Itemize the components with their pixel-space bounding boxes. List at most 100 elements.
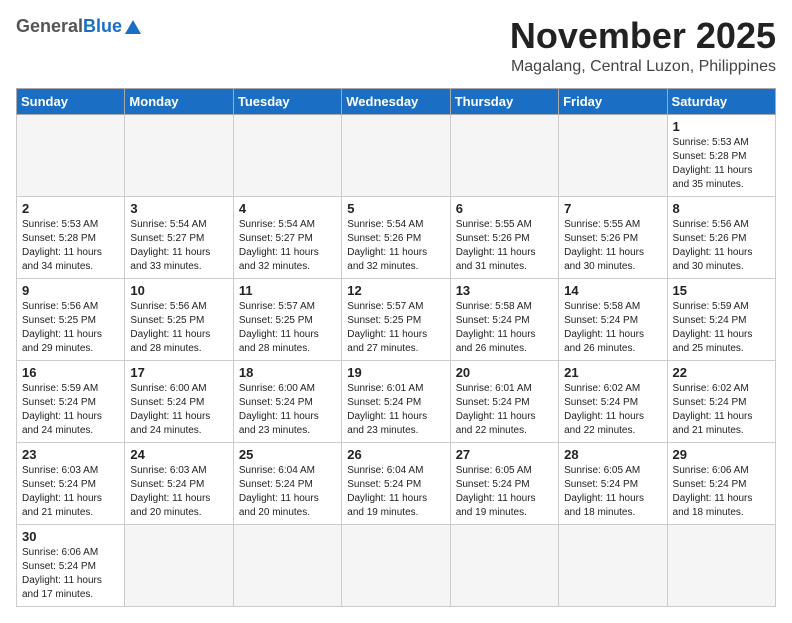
day-info: Sunrise: 5:56 AM Sunset: 5:26 PM Dayligh… (673, 218, 770, 274)
calendar-cell: 12 Sunrise: 5:57 AM Sunset: 5:25 PM Dayli… (342, 278, 450, 360)
day-number: 1 (673, 119, 770, 134)
calendar-cell (559, 524, 667, 606)
calendar-cell (233, 114, 341, 196)
day-info: Sunrise: 6:02 AM Sunset: 5:24 PM Dayligh… (673, 382, 770, 438)
calendar-cell: 26Sunrise: 6:04 AM Sunset: 5:24 PM Dayli… (342, 442, 450, 524)
day-number: 30 (22, 529, 119, 544)
day-number: 12 (347, 283, 444, 298)
day-number: 7 (564, 201, 661, 216)
day-info: Sunrise: 5:53 AM Sunset: 5:28 PM Dayligh… (673, 136, 770, 192)
weekday-header: Friday (559, 88, 667, 114)
day-info: Sunrise: 5:59 AM Sunset: 5:24 PM Dayligh… (673, 300, 770, 356)
calendar-cell (559, 114, 667, 196)
calendar-cell: 28 Sunrise: 6:05 AM Sunset: 5:24 PM Dayli… (559, 442, 667, 524)
calendar-cell: 6 Sunrise: 5:55 AM Sunset: 5:26 PM Daylig… (450, 196, 558, 278)
weekday-header: Saturday (667, 88, 775, 114)
calendar-cell: 11Sunrise: 5:57 AM Sunset: 5:25 PM Dayli… (233, 278, 341, 360)
day-number: 23 (22, 447, 119, 462)
day-number: 28 (564, 447, 661, 462)
calendar-cell (125, 524, 233, 606)
calendar-cell (667, 524, 775, 606)
logo-blue: Blue (83, 16, 122, 37)
day-number: 25 (239, 447, 336, 462)
day-info: Sunrise: 5:54 AM Sunset: 5:27 PM Dayligh… (130, 218, 227, 274)
calendar-cell: 10Sunrise: 5:56 AM Sunset: 5:25 PM Dayli… (125, 278, 233, 360)
calendar-cell: 22 Sunrise: 6:02 AM Sunset: 5:24 PM Dayli… (667, 360, 775, 442)
day-info: Sunrise: 6:05 AM Sunset: 5:24 PM Dayligh… (456, 464, 553, 520)
calendar-cell: 15 Sunrise: 5:59 AM Sunset: 5:24 PM Dayli… (667, 278, 775, 360)
day-number: 11 (239, 283, 336, 298)
day-info: Sunrise: 5:55 AM Sunset: 5:26 PM Dayligh… (456, 218, 553, 274)
calendar-cell (342, 524, 450, 606)
calendar-cell: 19 Sunrise: 6:01 AM Sunset: 5:24 PM Dayli… (342, 360, 450, 442)
calendar-cell (450, 114, 558, 196)
calendar-cell: 1 Sunrise: 5:53 AM Sunset: 5:28 PM Daylig… (667, 114, 775, 196)
day-number: 19 (347, 365, 444, 380)
day-info: Sunrise: 6:01 AM Sunset: 5:24 PM Dayligh… (456, 382, 553, 438)
calendar-cell: 18 Sunrise: 6:00 AM Sunset: 5:24 PM Dayli… (233, 360, 341, 442)
day-info: Sunrise: 5:55 AM Sunset: 5:26 PM Dayligh… (564, 218, 661, 274)
day-info: Sunrise: 6:00 AM Sunset: 5:24 PM Dayligh… (239, 382, 336, 438)
day-number: 13 (456, 283, 553, 298)
day-info: Sunrise: 6:01 AM Sunset: 5:24 PM Dayligh… (347, 382, 444, 438)
calendar-cell: 3 Sunrise: 5:54 AM Sunset: 5:27 PM Daylig… (125, 196, 233, 278)
calendar-cell: 30 Sunrise: 6:06 AM Sunset: 5:24 PM Dayli… (17, 524, 125, 606)
day-number: 14 (564, 283, 661, 298)
day-info: Sunrise: 5:54 AM Sunset: 5:26 PM Dayligh… (347, 218, 444, 274)
day-number: 9 (22, 283, 119, 298)
day-info: Sunrise: 5:54 AM Sunset: 5:27 PM Dayligh… (239, 218, 336, 274)
day-number: 10 (130, 283, 227, 298)
day-number: 24 (130, 447, 227, 462)
day-info: Sunrise: 6:04 AM Sunset: 5:24 PM Dayligh… (239, 464, 336, 520)
day-number: 4 (239, 201, 336, 216)
day-info: Sunrise: 6:05 AM Sunset: 5:24 PM Dayligh… (564, 464, 661, 520)
calendar-cell (17, 114, 125, 196)
calendar-cell: 21 Sunrise: 6:02 AM Sunset: 5:24 PM Dayli… (559, 360, 667, 442)
day-number: 5 (347, 201, 444, 216)
weekday-header: Monday (125, 88, 233, 114)
calendar-cell: 5 Sunrise: 5:54 AM Sunset: 5:26 PM Daylig… (342, 196, 450, 278)
day-info: Sunrise: 6:04 AM Sunset: 5:24 PM Dayligh… (347, 464, 444, 520)
calendar-cell (125, 114, 233, 196)
day-number: 17 (130, 365, 227, 380)
day-info: Sunrise: 5:53 AM Sunset: 5:28 PM Dayligh… (22, 218, 119, 274)
day-number: 3 (130, 201, 227, 216)
calendar-cell: 16 Sunrise: 5:59 AM Sunset: 5:24 PM Dayli… (17, 360, 125, 442)
calendar-cell: 29 Sunrise: 6:06 AM Sunset: 5:24 PM Dayli… (667, 442, 775, 524)
day-number: 16 (22, 365, 119, 380)
logo: General Blue (16, 16, 141, 37)
day-number: 22 (673, 365, 770, 380)
day-info: Sunrise: 6:06 AM Sunset: 5:24 PM Dayligh… (673, 464, 770, 520)
calendar-cell: 13 Sunrise: 5:58 AM Sunset: 5:24 PM Dayli… (450, 278, 558, 360)
calendar-cell: 27 Sunrise: 6:05 AM Sunset: 5:24 PM Dayli… (450, 442, 558, 524)
day-number: 18 (239, 365, 336, 380)
day-info: Sunrise: 5:58 AM Sunset: 5:24 PM Dayligh… (456, 300, 553, 356)
day-info: Sunrise: 5:57 AM Sunset: 5:25 PM Dayligh… (347, 300, 444, 356)
day-number: 29 (673, 447, 770, 462)
day-info: Sunrise: 6:03 AM Sunset: 5:24 PM Dayligh… (22, 464, 119, 520)
title-block: November 2025 Magalang, Central Luzon, P… (510, 16, 776, 76)
day-info: Sunrise: 6:00 AM Sunset: 5:24 PM Dayligh… (130, 382, 227, 438)
calendar-cell: 4 Sunrise: 5:54 AM Sunset: 5:27 PM Daylig… (233, 196, 341, 278)
day-number: 21 (564, 365, 661, 380)
calendar-cell (342, 114, 450, 196)
day-number: 8 (673, 201, 770, 216)
day-info: Sunrise: 6:03 AM Sunset: 5:24 PM Dayligh… (130, 464, 227, 520)
calendar-cell: 2Sunrise: 5:53 AM Sunset: 5:28 PM Daylig… (17, 196, 125, 278)
day-number: 20 (456, 365, 553, 380)
calendar-cell: 23 Sunrise: 6:03 AM Sunset: 5:24 PM Dayli… (17, 442, 125, 524)
day-info: Sunrise: 5:59 AM Sunset: 5:24 PM Dayligh… (22, 382, 119, 438)
calendar-cell: 7 Sunrise: 5:55 AM Sunset: 5:26 PM Daylig… (559, 196, 667, 278)
page-header: General Blue November 2025 Magalang, Cen… (16, 16, 776, 76)
calendar-cell (450, 524, 558, 606)
weekday-header: Tuesday (233, 88, 341, 114)
month-title: November 2025 (510, 16, 776, 56)
day-info: Sunrise: 6:02 AM Sunset: 5:24 PM Dayligh… (564, 382, 661, 438)
day-info: Sunrise: 6:06 AM Sunset: 5:24 PM Dayligh… (22, 546, 119, 602)
day-number: 15 (673, 283, 770, 298)
calendar-cell: 24 Sunrise: 6:03 AM Sunset: 5:24 PM Dayli… (125, 442, 233, 524)
day-number: 6 (456, 201, 553, 216)
weekday-header: Sunday (17, 88, 125, 114)
day-number: 27 (456, 447, 553, 462)
day-info: Sunrise: 5:58 AM Sunset: 5:24 PM Dayligh… (564, 300, 661, 356)
